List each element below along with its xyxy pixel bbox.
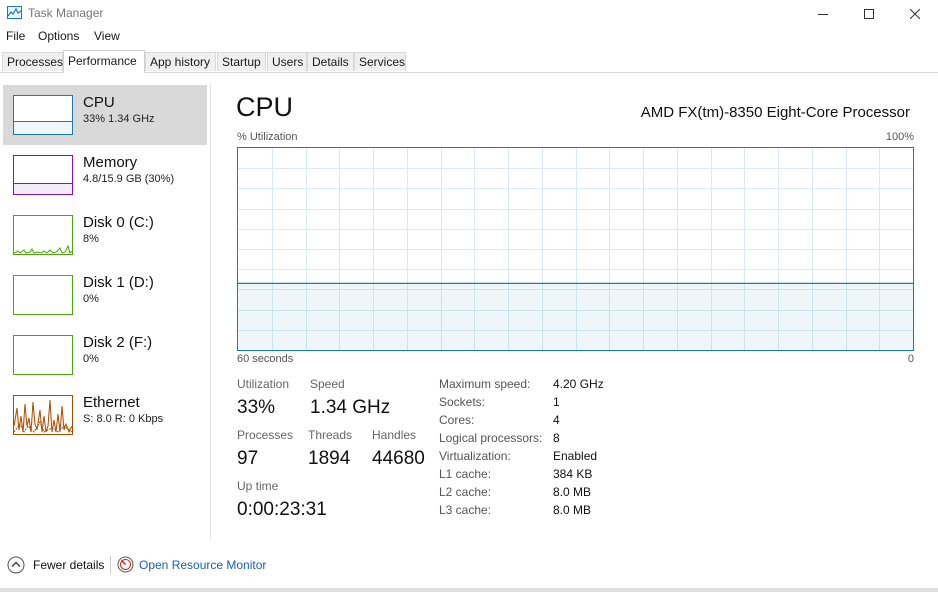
spec-label: Sockets: xyxy=(439,395,486,409)
utilization-area xyxy=(238,283,913,350)
sidebar-divider xyxy=(210,84,211,539)
window-title: Task Manager xyxy=(28,6,104,20)
spec-label: Maximum speed: xyxy=(439,377,531,391)
cpu-thumbnail-fill xyxy=(14,121,72,134)
title-bar: Task Manager xyxy=(0,0,938,27)
handles-value: 44680 xyxy=(372,448,425,469)
tab-app-history[interactable]: App history xyxy=(145,52,216,71)
utilization-value: 33% xyxy=(237,397,276,418)
cpu-utilization-graph xyxy=(237,147,914,351)
sidebar-item-memory[interactable]: Memory 4.8/15.9 GB (30%) xyxy=(3,145,207,205)
graph-y-label: % Utilization xyxy=(237,131,298,143)
ethernet-activity-line xyxy=(14,399,72,434)
sidebar-subtitle: 8% xyxy=(83,233,99,245)
minimize-button[interactable] xyxy=(800,0,846,27)
sidebar-item-ethernet[interactable]: Ethernet S: 8.0 R: 0 Kbps xyxy=(3,385,207,445)
tab-services[interactable]: Services xyxy=(354,52,406,71)
ethernet-thumbnail-graph xyxy=(13,395,73,435)
sidebar-subtitle: 33% 1.34 GHz xyxy=(83,113,155,125)
tab-users[interactable]: Users xyxy=(267,52,307,71)
tab-bar: Processes Performance App history Startu… xyxy=(0,50,938,73)
spec-label: L3 cache: xyxy=(439,503,492,517)
sidebar-subtitle: S: 8.0 R: 0 Kbps xyxy=(83,413,164,425)
uptime-label: Up time xyxy=(237,479,279,493)
bottom-edge xyxy=(0,588,938,592)
speed-value: 1.34 GHz xyxy=(310,397,391,418)
page-title: CPU xyxy=(236,92,294,122)
sidebar-title: Disk 2 (F:) xyxy=(83,334,153,351)
spec-value: 1 xyxy=(553,395,560,409)
spec-value: 4.20 GHz xyxy=(553,377,604,391)
sidebar-title: Disk 1 (D:) xyxy=(83,274,154,291)
sidebar-item-disk-0[interactable]: Disk 0 (C:) 8% xyxy=(3,205,207,265)
spec-label: L1 cache: xyxy=(439,467,492,481)
speed-label: Speed xyxy=(310,377,345,391)
disk0-activity-line xyxy=(14,244,72,254)
sidebar-title: CPU xyxy=(83,94,115,111)
spec-value: Enabled xyxy=(553,449,598,463)
footer-bar: Fewer details Open Resource Monitor xyxy=(0,552,938,580)
cpu-thumbnail-graph xyxy=(13,95,73,135)
sidebar-title: Memory xyxy=(83,154,138,171)
spec-value: 8.0 MB xyxy=(553,503,592,517)
chevron-up-circle-icon xyxy=(7,556,25,574)
utilization-label: Utilization xyxy=(237,377,290,391)
close-icon xyxy=(910,8,920,19)
tab-startup[interactable]: Startup xyxy=(217,52,266,71)
sidebar-subtitle: 0% xyxy=(83,353,99,365)
sidebar-subtitle: 4.8/15.9 GB (30%) xyxy=(83,173,175,185)
disk0-thumbnail-graph xyxy=(13,215,73,255)
threads-value: 1894 xyxy=(308,448,351,469)
disk2-thumbnail-graph xyxy=(13,335,73,375)
fewer-details-label: Fewer details xyxy=(33,558,105,572)
uptime-value: 0:00:23:31 xyxy=(237,499,327,520)
sidebar-subtitle: 0% xyxy=(83,293,99,305)
tab-processes[interactable]: Processes xyxy=(2,52,63,71)
processes-label: Processes xyxy=(237,428,294,442)
disk1-thumbnail-graph xyxy=(13,275,73,315)
sidebar-title: Ethernet xyxy=(83,394,140,411)
memory-thumbnail-graph xyxy=(13,155,73,195)
handles-label: Handles xyxy=(372,428,417,442)
sidebar-item-cpu[interactable]: CPU 33% 1.34 GHz xyxy=(3,85,207,145)
spec-label: Cores: xyxy=(439,413,475,427)
minimize-icon xyxy=(818,13,828,15)
spec-value: 8 xyxy=(553,431,560,445)
resource-sidebar: CPU 33% 1.34 GHz Memory 4.8/15.9 GB (30%… xyxy=(0,84,210,544)
graph-x-right-label: 0 xyxy=(907,353,914,365)
sidebar-item-disk-1[interactable]: Disk 1 (D:) 0% xyxy=(3,265,207,325)
threads-label: Threads xyxy=(308,428,353,442)
menu-view[interactable]: View xyxy=(94,29,120,43)
memory-thumbnail-fill xyxy=(14,182,72,194)
spec-label: Virtualization: xyxy=(439,449,511,463)
tab-details[interactable]: Details xyxy=(307,52,354,71)
open-resource-monitor-label: Open Resource Monitor xyxy=(139,558,267,572)
spec-value: 4 xyxy=(553,413,560,427)
menu-file[interactable]: File xyxy=(6,29,25,43)
menu-options[interactable]: Options xyxy=(38,29,79,43)
processor-name: AMD FX(tm)-8350 Eight-Core Processor xyxy=(640,104,910,121)
sidebar-title: Disk 0 (C:) xyxy=(83,214,154,231)
close-button[interactable] xyxy=(892,0,938,27)
task-manager-icon xyxy=(7,6,22,19)
graph-x-left-label: 60 seconds xyxy=(237,353,294,365)
maximize-icon xyxy=(864,8,874,19)
maximize-button[interactable] xyxy=(846,0,892,27)
spec-value: 384 KB xyxy=(553,467,593,481)
spec-value: 8.0 MB xyxy=(553,485,592,499)
graph-y-max-label: 100% xyxy=(885,131,914,143)
resource-monitor-icon xyxy=(117,556,134,573)
sidebar-item-disk-2[interactable]: Disk 2 (F:) 0% xyxy=(3,325,207,385)
cpu-graph-canvas xyxy=(238,148,913,350)
processes-value: 97 xyxy=(237,448,259,469)
spec-label: Logical processors: xyxy=(439,431,543,445)
spec-label: L2 cache: xyxy=(439,485,492,499)
tab-performance[interactable]: Performance xyxy=(63,50,145,73)
footer-separator xyxy=(110,556,111,574)
